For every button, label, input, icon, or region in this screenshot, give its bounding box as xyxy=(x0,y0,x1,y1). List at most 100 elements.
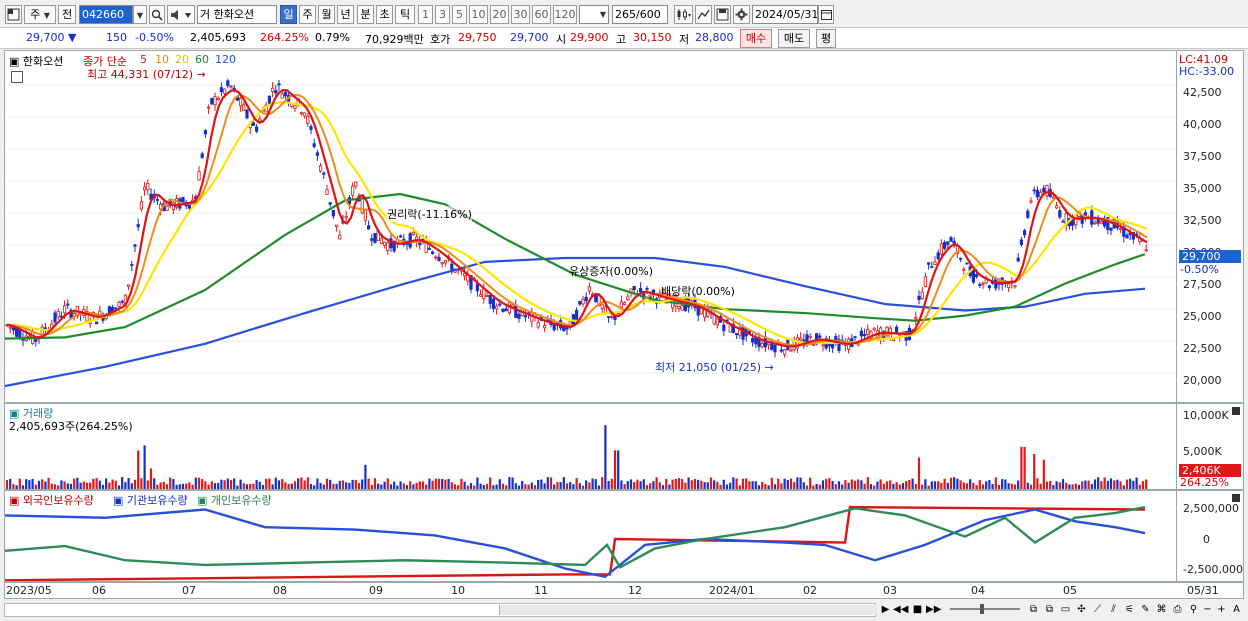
candle-body xyxy=(1099,221,1103,225)
date-input[interactable]: 2024/05/31 xyxy=(752,5,818,24)
price-chart-panel[interactable]: ▣ 한화오션 종가 단순 5 10 20 60 120 최고 44,331 (0… xyxy=(4,50,1177,403)
candle-body xyxy=(363,209,368,221)
save-button[interactable] xyxy=(714,5,731,24)
volume-bar xyxy=(777,478,780,489)
stop-icon[interactable]: ■ xyxy=(910,602,925,618)
search-button[interactable] xyxy=(149,5,165,24)
period-day[interactable]: 일 xyxy=(280,5,297,24)
period-tick[interactable]: 틱 xyxy=(395,5,415,24)
count-input[interactable]: 265/600 xyxy=(612,5,668,24)
period-second[interactable]: 초 xyxy=(376,5,393,24)
volume-bar xyxy=(837,481,841,489)
text-tool-icon[interactable]: ⚟ xyxy=(1122,602,1137,618)
code-dropdown[interactable]: ▼ xyxy=(133,5,147,24)
stock-code-input[interactable]: 042660 xyxy=(79,5,133,24)
interval-20[interactable]: 20 xyxy=(490,5,509,24)
interval-1[interactable]: 1 xyxy=(418,5,433,24)
period-minute[interactable]: 분 xyxy=(357,5,374,24)
settings-button[interactable] xyxy=(733,5,750,24)
prev-button[interactable]: 전 xyxy=(58,5,76,24)
volume-bar xyxy=(229,480,233,489)
legend-institution: ▣ 기관보유수량 xyxy=(113,494,188,507)
holdings-panel[interactable]: ▣ 외국인보유수량 ▣ 기관보유수량 ▣ 개인보유수량 xyxy=(4,490,1177,582)
period-year[interactable]: 년 xyxy=(337,5,354,24)
volume-bar xyxy=(735,478,738,489)
interval-custom-input[interactable]: ▼ xyxy=(579,5,609,24)
candle-body xyxy=(962,268,966,271)
y-tick: 42,500 xyxy=(1183,86,1222,99)
fast-forward-icon[interactable]: ▶▶ xyxy=(926,602,941,618)
sound-button[interactable] xyxy=(167,5,195,24)
candle-body xyxy=(552,324,556,331)
buy-button[interactable]: 매수 xyxy=(740,29,772,48)
candle-body xyxy=(1023,230,1027,236)
volume-bar xyxy=(1116,479,1119,489)
candle-body xyxy=(165,205,169,211)
font-size-icon[interactable]: A xyxy=(1229,602,1244,618)
window-icon[interactable]: ▭ xyxy=(1058,602,1073,618)
panel-menu-icon[interactable] xyxy=(1232,494,1240,502)
sell-button[interactable]: 매도 xyxy=(778,29,810,48)
period-week[interactable]: 주 xyxy=(299,5,316,24)
interval-60[interactable]: 60 xyxy=(532,5,551,24)
interval-5[interactable]: 5 xyxy=(452,5,467,24)
volume-panel[interactable]: ▣ 거래량 2,405,693주(264.25%) xyxy=(4,403,1177,490)
volume-bar xyxy=(361,479,364,489)
volume-bar xyxy=(143,445,146,489)
candle-body xyxy=(293,105,297,109)
volume-bar xyxy=(82,481,85,489)
volume-bar xyxy=(415,482,418,489)
x-tick: 06 xyxy=(92,584,106,597)
layout-icon[interactable] xyxy=(5,5,22,24)
search-icon[interactable]: ⚲ xyxy=(1186,602,1201,618)
volume-bar xyxy=(140,478,143,489)
candle-body xyxy=(821,344,825,347)
volume-bar xyxy=(146,480,149,489)
line-tool-icon[interactable]: ⟋ xyxy=(1090,602,1105,618)
candle-body xyxy=(267,95,272,104)
interval-3[interactable]: 3 xyxy=(435,5,450,24)
volume-bar xyxy=(329,479,332,489)
zoom-slider[interactable] xyxy=(950,604,1020,614)
zoom-in-icon[interactable]: + xyxy=(1214,602,1229,618)
zoom-slider-thumb[interactable] xyxy=(980,604,984,614)
bottom-bar: ▶ ◀◀ ■ ▶▶ ⧉ ⧉ ▭ ✣ ⟋ ⫽ ⚟ ✎ ⌘ ⎙ ⚲ − + A xyxy=(0,600,1248,621)
volume-bar xyxy=(239,479,242,489)
candle-body xyxy=(1032,189,1036,192)
ma-legend-120: 120 xyxy=(215,53,236,66)
calculator-icon[interactable] xyxy=(11,71,23,83)
volume-bar xyxy=(607,481,610,489)
interval-10[interactable]: 10 xyxy=(469,5,488,24)
scroll-thumb[interactable] xyxy=(499,605,877,615)
copy-icon[interactable]: ⧉ xyxy=(1042,602,1057,618)
candle-body xyxy=(354,181,358,187)
horizontal-scrollbar[interactable] xyxy=(4,603,877,617)
draw-tool-button[interactable] xyxy=(695,5,712,24)
candle-body xyxy=(242,104,246,112)
fibo-tool-icon[interactable]: ⫽ xyxy=(1106,602,1121,618)
market-select[interactable]: 주 ▼ xyxy=(24,5,56,24)
zoom-out-icon[interactable]: − xyxy=(1200,602,1215,618)
crosshair-icon[interactable]: ✣ xyxy=(1074,602,1089,618)
candle-body xyxy=(130,264,134,266)
candle-type-button[interactable] xyxy=(674,5,693,24)
volume-bar xyxy=(674,478,677,489)
candle-body xyxy=(1093,222,1097,225)
panel-menu-icon[interactable] xyxy=(1232,407,1240,415)
lock-icon[interactable]: ⌘ xyxy=(1154,602,1169,618)
volume-bar xyxy=(300,477,303,489)
volume-chart-canvas xyxy=(5,425,1148,489)
stock-name-field[interactable]: 거 한화오션 xyxy=(197,5,277,24)
eval-button[interactable]: 평 xyxy=(816,29,836,48)
interval-30[interactable]: 30 xyxy=(511,5,530,24)
scroll-right-icon[interactable]: ▶ xyxy=(878,602,893,618)
candle-body xyxy=(117,302,121,307)
period-month[interactable]: 월 xyxy=(318,5,335,24)
calendar-button[interactable] xyxy=(818,5,834,24)
interval-120[interactable]: 120 xyxy=(553,5,577,24)
volume-bar xyxy=(745,478,748,489)
pen-tool-icon[interactable]: ✎ xyxy=(1138,602,1153,618)
print-icon[interactable]: ⎙ xyxy=(1170,602,1185,618)
rewind-icon[interactable]: ◀◀ xyxy=(893,602,908,618)
split-view-icon[interactable]: ⧉ xyxy=(1026,602,1041,618)
